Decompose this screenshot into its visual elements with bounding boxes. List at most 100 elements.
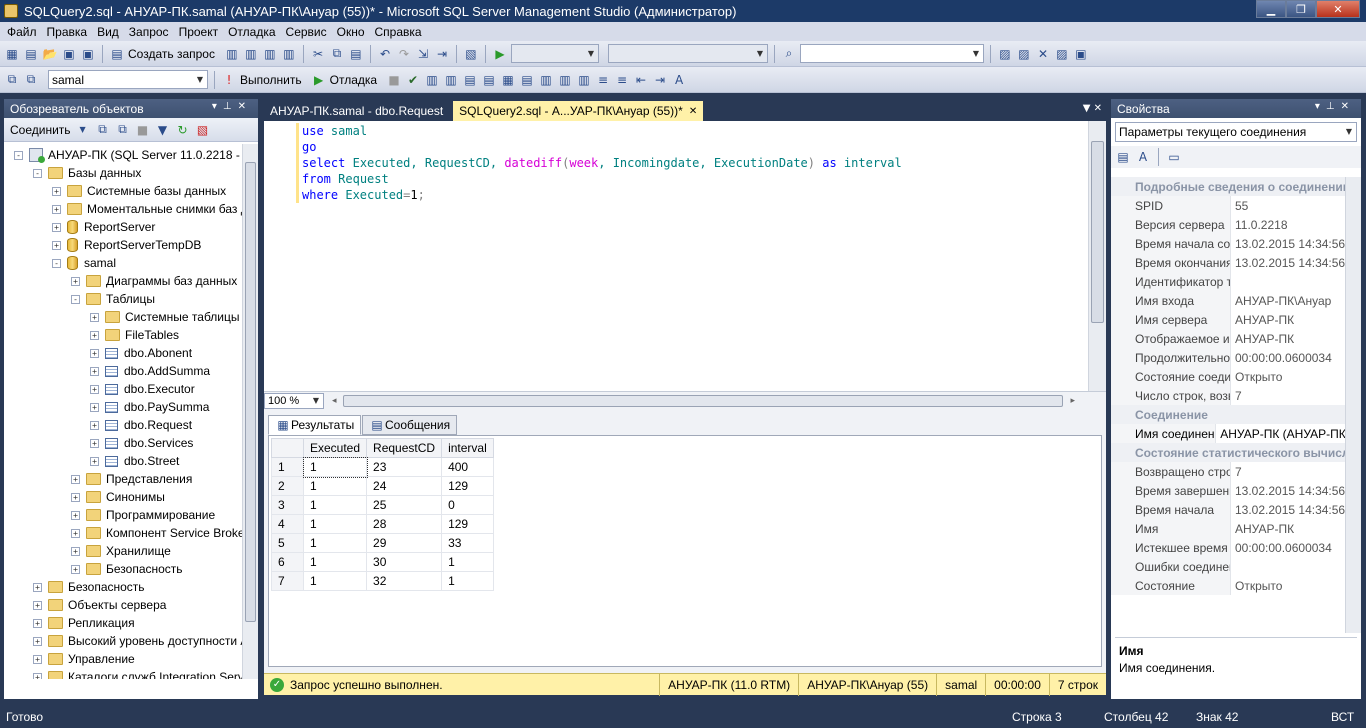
tree-node[interactable]: + Компонент Service Broker [71,524,242,542]
new-query-button[interactable]: Создать запрос [128,47,215,61]
expand-icon[interactable]: + [52,204,61,214]
tree-node[interactable]: + Представления [71,470,192,488]
table-cell[interactable]: 33 [441,533,494,553]
table-row[interactable]: 5 1 29 33 [271,533,494,553]
new-project-icon[interactable]: ▦ [4,46,20,62]
tree-node[interactable]: + ReportServerTempDB [52,236,201,254]
tab-results[interactable]: ▦ Результаты [268,415,362,435]
find-combo[interactable]: ▼ [799,44,984,63]
property-row[interactable]: Возвращено строк 7 [1111,462,1361,481]
increase-indent-icon[interactable]: ⇥ [652,72,668,88]
expand-icon[interactable]: + [33,672,42,679]
column-header[interactable]: Executed [302,438,368,458]
table-cell[interactable]: 1 [302,514,368,534]
debug-icon[interactable]: ▶ [311,72,327,88]
close-tab-icon[interactable]: ✕ [689,106,697,117]
comment-icon[interactable]: ≡ [595,72,611,88]
template-explorer-icon[interactable]: ✕ [1035,46,1051,62]
menu-query[interactable]: Запрос [124,25,174,39]
open-file-icon[interactable]: 📂 [42,46,58,62]
expand-icon[interactable]: + [71,492,80,502]
property-row[interactable]: Время завершения 13.02.2015 14:34:56 [1111,481,1361,500]
expand-icon[interactable]: + [71,474,80,484]
maximize-button[interactable]: ❐ [1286,0,1316,18]
tree-node[interactable]: + dbo.Request [90,416,192,434]
property-row[interactable]: Истекшее время 00:00:00.0600034 [1111,538,1361,557]
property-pages-icon[interactable]: ▭ [1166,149,1182,165]
debug-button[interactable]: Отладка [330,73,377,87]
menu-file[interactable]: Файл [2,25,42,39]
tree-node[interactable]: + Высокий уровень доступности AlwaysOn [33,632,242,650]
property-category[interactable]: Подробные сведения о соединении [1111,177,1361,196]
undo-icon[interactable]: ↶ [377,46,393,62]
editor-vertical-scrollbar[interactable] [1088,121,1106,391]
results-to-grid-icon[interactable]: ▦ [500,72,516,88]
table-row[interactable]: 4 1 28 129 [271,514,494,534]
property-row[interactable]: Продолжительность 00:00:00.0600034 [1111,348,1361,367]
table-cell[interactable]: 1 [302,495,368,515]
live-stats-icon[interactable]: ▥ [557,72,573,88]
table-cell[interactable]: 1 [302,552,368,572]
uncomment-icon[interactable]: ≡ [614,72,630,88]
property-row[interactable]: Состояние соединения Открыто [1111,367,1361,386]
properties-vertical-scrollbar[interactable] [1345,177,1361,633]
scroll-left-icon[interactable]: ◂ [332,396,337,406]
expand-icon[interactable]: + [33,618,42,628]
collapse-icon[interactable]: - [14,150,23,160]
client-stats-icon[interactable]: ▥ [576,72,592,88]
properties-object-select[interactable]: Параметры текущего соединения ▼ [1115,122,1357,142]
tree-node[interactable]: + Хранилище [71,542,171,560]
dmx-query-icon[interactable]: ▥ [281,46,297,62]
expand-icon[interactable]: + [52,240,61,250]
row-number-cell[interactable]: 2 [271,476,304,496]
save-icon[interactable]: ▣ [61,46,77,62]
property-row[interactable]: Идентификатор трассировки [1111,272,1361,291]
activity-monitor-icon[interactable]: ▧ [463,46,479,62]
database-select[interactable]: samal ▼ [48,70,208,89]
table-row[interactable]: 6 1 30 1 [271,552,494,572]
tree-node[interactable]: + Моментальные снимки баз данных [52,200,242,218]
table-cell[interactable]: 32 [366,571,443,591]
table-cell[interactable]: 23 [366,457,443,477]
table-cell[interactable]: 30 [366,552,443,572]
alphabetical-icon[interactable]: A [1135,149,1151,165]
expand-icon[interactable]: + [90,384,99,394]
properties-window-icon[interactable]: ▨ [1054,46,1070,62]
property-row[interactable]: Имя сервера АНУАР-ПК [1111,310,1361,329]
categorized-icon[interactable]: ▤ [1115,149,1131,165]
navigate-forward-icon[interactable]: ⇥ [434,46,450,62]
tree-node[interactable]: + Репликация [33,614,135,632]
add-item-icon[interactable]: ▤ [23,46,39,62]
include-plan-icon[interactable]: ▥ [538,72,554,88]
scroll-right-icon[interactable]: ▸ [1071,396,1076,406]
tab-request-table[interactable]: АНУАР-ПК.samal - dbo.Request [264,101,449,121]
stop-icon[interactable]: ■ [135,122,151,138]
solution-platform-combo[interactable]: ▼ [607,44,768,63]
sql-code[interactable]: use samal go select Executed, RequestCD, d… [302,123,902,203]
parse-icon[interactable]: ✔ [405,72,421,88]
tree-node[interactable]: - samal [52,254,116,272]
menu-view[interactable]: Вид [92,25,124,39]
expand-icon[interactable]: + [52,186,61,196]
table-cell[interactable]: 28 [366,514,443,534]
query-designer-icon[interactable]: ▥ [443,72,459,88]
expand-icon[interactable]: + [33,654,42,664]
tree-node[interactable]: + Диаграммы баз данных [71,272,237,290]
copy-icon[interactable]: ⧉ [329,46,345,62]
table-cell[interactable]: 1 [302,533,368,553]
expand-icon[interactable]: + [71,276,80,286]
expand-icon[interactable]: + [71,510,80,520]
table-cell[interactable]: 0 [441,495,494,515]
find-in-files-icon[interactable]: ⌕ [781,46,797,62]
connect-object-icon[interactable]: ⧉ [95,122,111,138]
property-row[interactable]: Имя соединенияАНУАР-ПК (АНУАР-ПК\Ануар) [1111,424,1361,443]
row-number-cell[interactable]: 1 [271,457,304,477]
start-debug-icon[interactable]: ▶ [492,46,508,62]
execute-icon[interactable]: ! [221,72,237,88]
tree-node[interactable]: + Синонимы [71,488,165,506]
row-number-cell[interactable]: 5 [271,533,304,553]
expand-icon[interactable]: + [90,420,99,430]
property-category[interactable]: Соединение [1111,405,1361,424]
property-row[interactable]: Состояние Открыто [1111,576,1361,595]
results-to-file-icon[interactable]: ▤ [519,72,535,88]
